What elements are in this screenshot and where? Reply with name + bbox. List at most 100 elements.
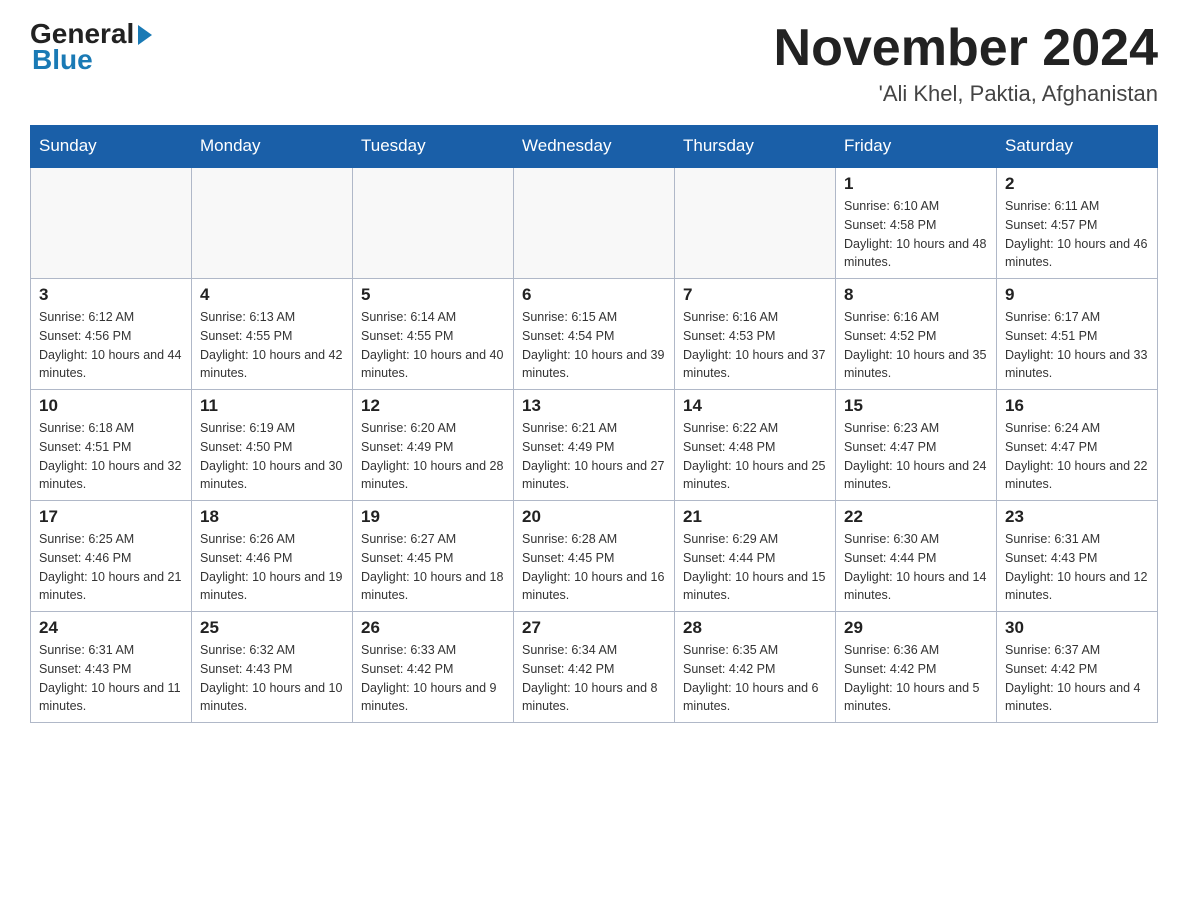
calendar-week-row: 24 Sunrise: 6:31 AM Sunset: 4:43 PM Dayli… — [31, 612, 1158, 723]
calendar-cell: 11 Sunrise: 6:19 AM Sunset: 4:50 PM Dayli… — [192, 390, 353, 501]
day-number: 7 — [683, 285, 827, 305]
calendar-cell: 6 Sunrise: 6:15 AM Sunset: 4:54 PM Daylig… — [514, 279, 675, 390]
calendar-cell: 13Sunrise: 6:21 AM Sunset: 4:49 PM Dayli… — [514, 390, 675, 501]
day-number: 18 — [200, 507, 344, 527]
weekday-header-tuesday: Tuesday — [353, 126, 514, 168]
calendar-cell: 21 Sunrise: 6:29 AM Sunset: 4:44 PM Dayli… — [675, 501, 836, 612]
day-number: 9 — [1005, 285, 1149, 305]
day-number: 24 — [39, 618, 183, 638]
calendar-cell: 22 Sunrise: 6:30 AM Sunset: 4:44 PM Dayli… — [836, 501, 997, 612]
day-sun-info: Sunrise: 6:32 AM Sunset: 4:43 PM Dayligh… — [200, 641, 344, 716]
calendar-cell: 19 Sunrise: 6:27 AM Sunset: 4:45 PM Dayli… — [353, 501, 514, 612]
calendar-cell: 20 Sunrise: 6:28 AM Sunset: 4:45 PM Dayli… — [514, 501, 675, 612]
day-sun-info: Sunrise: 6:11 AM Sunset: 4:57 PM Dayligh… — [1005, 197, 1149, 272]
calendar-cell: 9 Sunrise: 6:17 AM Sunset: 4:51 PM Daylig… — [997, 279, 1158, 390]
day-sun-info: Sunrise: 6:14 AM Sunset: 4:55 PM Dayligh… — [361, 308, 505, 383]
calendar-week-row: 3 Sunrise: 6:12 AM Sunset: 4:56 PM Daylig… — [31, 279, 1158, 390]
calendar-cell: 27 Sunrise: 6:34 AM Sunset: 4:42 PM Dayli… — [514, 612, 675, 723]
day-sun-info: Sunrise: 6:15 AM Sunset: 4:54 PM Dayligh… — [522, 308, 666, 383]
calendar-cell — [675, 167, 836, 279]
day-number: 29 — [844, 618, 988, 638]
day-number: 17 — [39, 507, 183, 527]
day-sun-info: Sunrise: 6:17 AM Sunset: 4:51 PM Dayligh… — [1005, 308, 1149, 383]
day-number: 16 — [1005, 396, 1149, 416]
calendar-cell: 30 Sunrise: 6:37 AM Sunset: 4:42 PM Dayli… — [997, 612, 1158, 723]
weekday-header-sunday: Sunday — [31, 126, 192, 168]
day-number: 5 — [361, 285, 505, 305]
logo-arrow-icon — [138, 25, 152, 45]
day-number: 21 — [683, 507, 827, 527]
day-sun-info: Sunrise: 6:16 AM Sunset: 4:53 PM Dayligh… — [683, 308, 827, 383]
day-number: 1 — [844, 174, 988, 194]
day-sun-info: Sunrise: 6:31 AM Sunset: 4:43 PM Dayligh… — [1005, 530, 1149, 605]
day-sun-info: Sunrise: 6:33 AM Sunset: 4:42 PM Dayligh… — [361, 641, 505, 716]
day-number: 11 — [200, 396, 344, 416]
calendar-cell: 1 Sunrise: 6:10 AM Sunset: 4:58 PM Daylig… — [836, 167, 997, 279]
calendar-week-row: 1 Sunrise: 6:10 AM Sunset: 4:58 PM Daylig… — [31, 167, 1158, 279]
day-sun-info: Sunrise: 6:36 AM Sunset: 4:42 PM Dayligh… — [844, 641, 988, 716]
calendar-cell: 8Sunrise: 6:16 AM Sunset: 4:52 PM Daylig… — [836, 279, 997, 390]
day-number: 6 — [522, 285, 666, 305]
day-number: 22 — [844, 507, 988, 527]
calendar-cell — [514, 167, 675, 279]
calendar-cell: 12Sunrise: 6:20 AM Sunset: 4:49 PM Dayli… — [353, 390, 514, 501]
logo-text-blue: Blue — [32, 44, 93, 76]
calendar-cell — [192, 167, 353, 279]
day-number: 25 — [200, 618, 344, 638]
calendar-cell: 17 Sunrise: 6:25 AM Sunset: 4:46 PM Dayli… — [31, 501, 192, 612]
day-number: 8 — [844, 285, 988, 305]
day-sun-info: Sunrise: 6:24 AM Sunset: 4:47 PM Dayligh… — [1005, 419, 1149, 494]
month-year-title: November 2024 — [774, 20, 1158, 77]
day-sun-info: Sunrise: 6:23 AM Sunset: 4:47 PM Dayligh… — [844, 419, 988, 494]
day-sun-info: Sunrise: 6:30 AM Sunset: 4:44 PM Dayligh… — [844, 530, 988, 605]
day-sun-info: Sunrise: 6:12 AM Sunset: 4:56 PM Dayligh… — [39, 308, 183, 383]
day-number: 27 — [522, 618, 666, 638]
day-sun-info: Sunrise: 6:10 AM Sunset: 4:58 PM Dayligh… — [844, 197, 988, 272]
day-sun-info: Sunrise: 6:22 AM Sunset: 4:48 PM Dayligh… — [683, 419, 827, 494]
day-number: 12 — [361, 396, 505, 416]
calendar-cell: 3 Sunrise: 6:12 AM Sunset: 4:56 PM Daylig… — [31, 279, 192, 390]
day-sun-info: Sunrise: 6:27 AM Sunset: 4:45 PM Dayligh… — [361, 530, 505, 605]
calendar-cell: 2 Sunrise: 6:11 AM Sunset: 4:57 PM Daylig… — [997, 167, 1158, 279]
calendar-cell: 10 Sunrise: 6:18 AM Sunset: 4:51 PM Dayli… — [31, 390, 192, 501]
calendar-cell: 24 Sunrise: 6:31 AM Sunset: 4:43 PM Dayli… — [31, 612, 192, 723]
day-number: 20 — [522, 507, 666, 527]
day-sun-info: Sunrise: 6:18 AM Sunset: 4:51 PM Dayligh… — [39, 419, 183, 494]
weekday-header-row: SundayMondayTuesdayWednesdayThursdayFrid… — [31, 126, 1158, 168]
weekday-header-saturday: Saturday — [997, 126, 1158, 168]
weekday-header-monday: Monday — [192, 126, 353, 168]
day-number: 4 — [200, 285, 344, 305]
calendar-cell: 14 Sunrise: 6:22 AM Sunset: 4:48 PM Dayli… — [675, 390, 836, 501]
day-sun-info: Sunrise: 6:29 AM Sunset: 4:44 PM Dayligh… — [683, 530, 827, 605]
calendar-table: SundayMondayTuesdayWednesdayThursdayFrid… — [30, 125, 1158, 723]
calendar-week-row: 17 Sunrise: 6:25 AM Sunset: 4:46 PM Dayli… — [31, 501, 1158, 612]
page-header: General Blue November 2024 'Ali Khel, Pa… — [30, 20, 1158, 107]
calendar-cell: 18 Sunrise: 6:26 AM Sunset: 4:46 PM Dayli… — [192, 501, 353, 612]
day-number: 2 — [1005, 174, 1149, 194]
day-sun-info: Sunrise: 6:28 AM Sunset: 4:45 PM Dayligh… — [522, 530, 666, 605]
day-sun-info: Sunrise: 6:37 AM Sunset: 4:42 PM Dayligh… — [1005, 641, 1149, 716]
day-sun-info: Sunrise: 6:25 AM Sunset: 4:46 PM Dayligh… — [39, 530, 183, 605]
day-number: 26 — [361, 618, 505, 638]
calendar-cell: 4Sunrise: 6:13 AM Sunset: 4:55 PM Daylig… — [192, 279, 353, 390]
calendar-cell: 28 Sunrise: 6:35 AM Sunset: 4:42 PM Dayli… — [675, 612, 836, 723]
day-sun-info: Sunrise: 6:34 AM Sunset: 4:42 PM Dayligh… — [522, 641, 666, 716]
day-sun-info: Sunrise: 6:21 AM Sunset: 4:49 PM Dayligh… — [522, 419, 666, 494]
day-number: 15 — [844, 396, 988, 416]
weekday-header-thursday: Thursday — [675, 126, 836, 168]
calendar-cell: 5 Sunrise: 6:14 AM Sunset: 4:55 PM Daylig… — [353, 279, 514, 390]
day-number: 3 — [39, 285, 183, 305]
day-number: 30 — [1005, 618, 1149, 638]
day-number: 19 — [361, 507, 505, 527]
calendar-cell: 15 Sunrise: 6:23 AM Sunset: 4:47 PM Dayli… — [836, 390, 997, 501]
day-sun-info: Sunrise: 6:26 AM Sunset: 4:46 PM Dayligh… — [200, 530, 344, 605]
calendar-cell: 26 Sunrise: 6:33 AM Sunset: 4:42 PM Dayli… — [353, 612, 514, 723]
day-sun-info: Sunrise: 6:35 AM Sunset: 4:42 PM Dayligh… — [683, 641, 827, 716]
day-sun-info: Sunrise: 6:19 AM Sunset: 4:50 PM Dayligh… — [200, 419, 344, 494]
day-sun-info: Sunrise: 6:31 AM Sunset: 4:43 PM Dayligh… — [39, 641, 183, 716]
day-number: 10 — [39, 396, 183, 416]
calendar-cell: 29 Sunrise: 6:36 AM Sunset: 4:42 PM Dayli… — [836, 612, 997, 723]
day-number: 28 — [683, 618, 827, 638]
day-number: 14 — [683, 396, 827, 416]
calendar-cell — [31, 167, 192, 279]
